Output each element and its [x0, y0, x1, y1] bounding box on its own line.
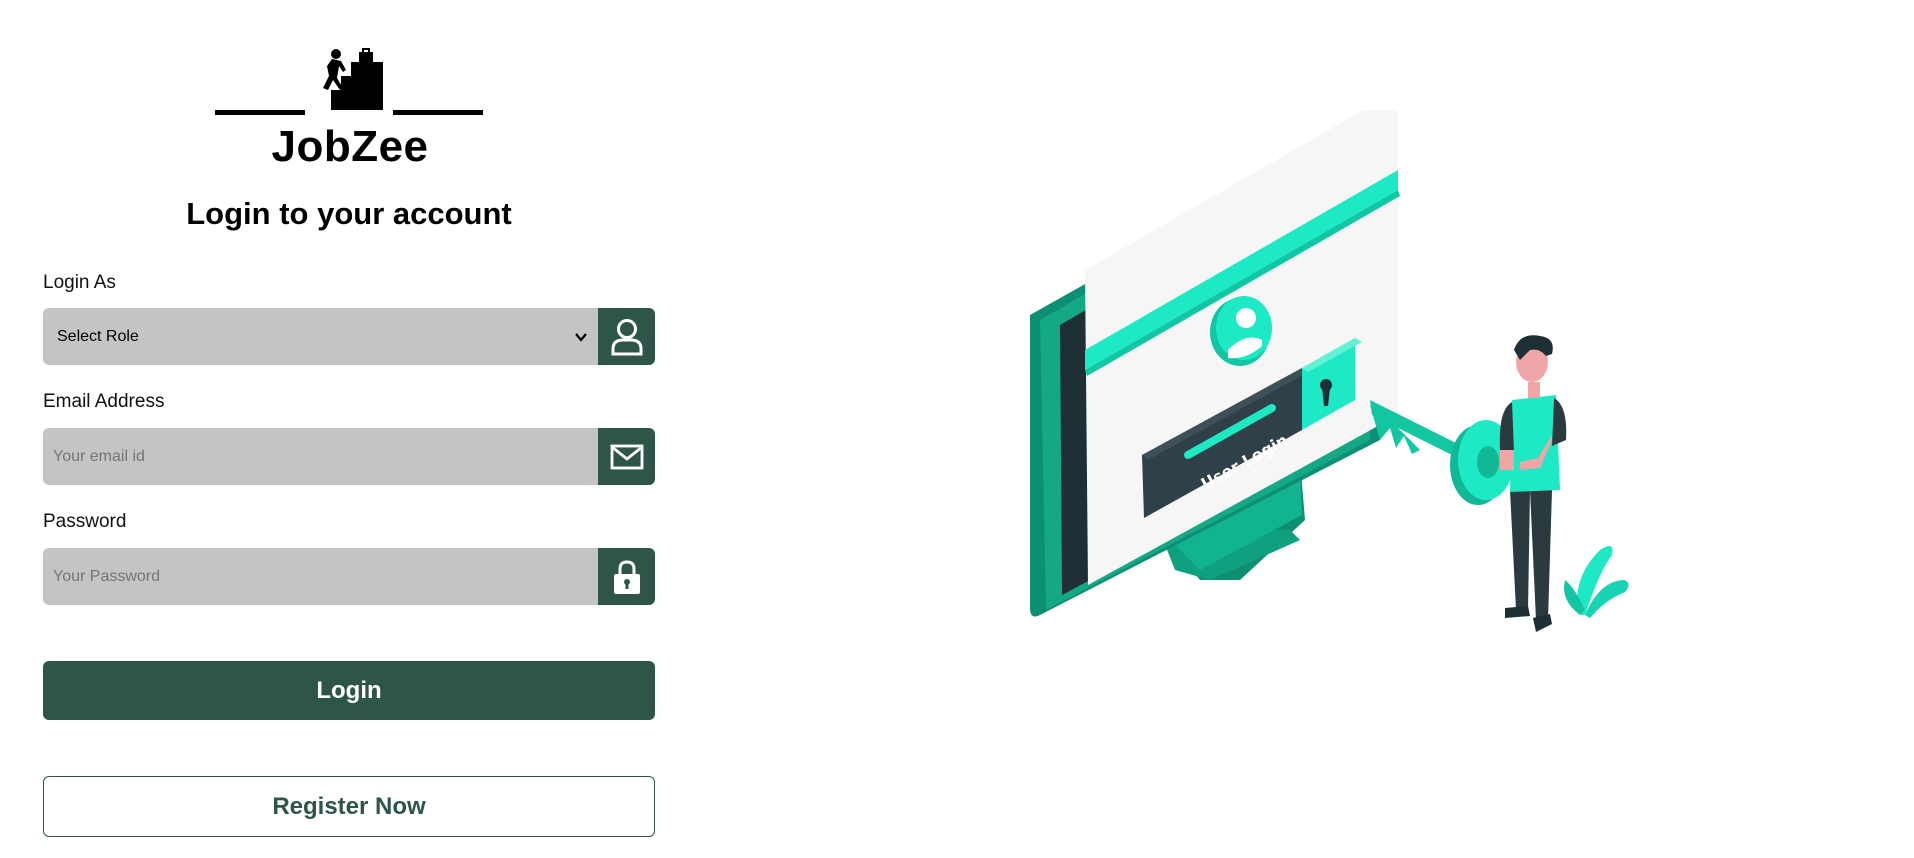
- login-illustration: User Login: [1030, 110, 1629, 632]
- mail-icon: [598, 428, 655, 485]
- role-label: Login As: [43, 272, 116, 293]
- role-field: Select Role: [43, 308, 655, 365]
- role-select-value: Select Role: [57, 327, 139, 345]
- role-select[interactable]: Select Role: [43, 308, 598, 365]
- login-panel: JobZee Login to your account Login As Se…: [0, 0, 700, 858]
- email-placeholder: Your email id: [53, 447, 145, 465]
- logo-line-right: [393, 110, 483, 115]
- key: [1370, 400, 1514, 505]
- email-field: Your email id: [43, 428, 655, 485]
- logo-line-left: [215, 110, 305, 115]
- lock-icon: [598, 548, 655, 605]
- plant: [1564, 546, 1629, 618]
- page-title: Login to your account: [186, 196, 512, 231]
- email-label: Email Address: [43, 391, 165, 412]
- password-field: Your Password: [43, 548, 655, 605]
- person-figure: [1499, 335, 1567, 632]
- password-label: Password: [43, 511, 127, 532]
- climber-icon: [323, 48, 383, 110]
- login-button[interactable]: Login: [43, 661, 655, 720]
- chevron-down-icon: [575, 333, 587, 342]
- user-icon: [598, 308, 655, 365]
- password-input[interactable]: Your Password: [43, 548, 598, 605]
- password-placeholder: Your Password: [53, 567, 161, 585]
- brand-logo: JobZee: [215, 48, 485, 171]
- brand-name: JobZee: [271, 122, 429, 171]
- email-input[interactable]: Your email id: [43, 428, 598, 485]
- register-button[interactable]: Register Now: [43, 776, 655, 837]
